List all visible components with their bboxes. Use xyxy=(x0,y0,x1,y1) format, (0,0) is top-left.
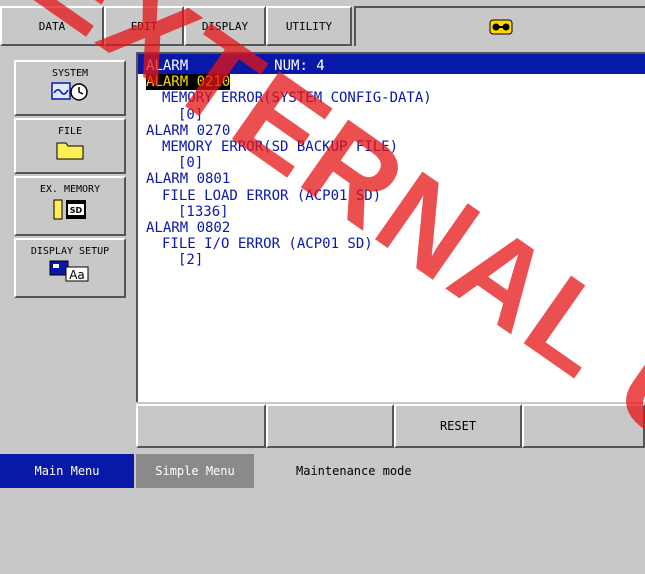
alarm-code[interactable]: ALARM 0270 xyxy=(146,123,432,139)
sidebar: SYSTEM FILE EX. MEMORY SD DISPLAY SETUP … xyxy=(0,52,134,450)
sidebar-item-label: EX. MEMORY xyxy=(39,184,101,195)
sd-card-icon: SD xyxy=(53,199,86,220)
tab-edit-label: EDIT xyxy=(130,19,158,33)
alarm-subcode: [0] xyxy=(178,155,204,172)
tab-utility[interactable]: UTILITY xyxy=(266,6,352,46)
tab-display-label: DISPLAY xyxy=(201,19,249,33)
alarm-message: FILE LOAD ERROR (ACP01 SD) xyxy=(162,187,382,204)
svg-text:Aa: Aa xyxy=(69,268,85,282)
simple-menu-button[interactable]: Simple Menu xyxy=(136,454,254,488)
sidebar-item-display-setup[interactable]: DISPLAY SETUP Aa xyxy=(14,238,126,298)
alarm-count: NUM: 4 xyxy=(274,58,325,74)
sidebar-item-label: SYSTEM xyxy=(51,68,89,79)
alarm-subcode: [0] xyxy=(178,106,204,123)
top-menu-bar: DATA EDIT DISPLAY UTILITY xyxy=(0,0,645,52)
softkey-2[interactable] xyxy=(266,404,394,448)
display-font-icon: Aa xyxy=(49,260,89,282)
bottom-bar: Main Menu Simple Menu Maintenance mode xyxy=(0,452,645,488)
mode-label: Maintenance mode xyxy=(296,464,412,478)
alarm-code[interactable]: ALARM 0210 xyxy=(146,74,432,91)
alarm-code-selected[interactable]: ALARM 0210 xyxy=(146,74,231,91)
tab-utility-label: UTILITY xyxy=(285,19,333,33)
tab-data-label: DATA xyxy=(38,19,66,33)
tab-edit[interactable]: EDIT xyxy=(104,6,184,46)
folder-icon xyxy=(56,142,84,160)
softkey-4[interactable] xyxy=(522,404,645,448)
softkey-1[interactable] xyxy=(136,404,266,448)
main-menu-label: Main Menu xyxy=(34,464,100,478)
tab-data[interactable]: DATA xyxy=(0,6,104,46)
sidebar-item-label: DISPLAY SETUP xyxy=(30,246,110,257)
alarm-code[interactable]: ALARM 0801 xyxy=(146,171,432,187)
alarm-subcode: [1336] xyxy=(178,203,229,220)
sidebar-item-system[interactable]: SYSTEM xyxy=(14,60,126,116)
alarm-code[interactable]: ALARM 0802 xyxy=(146,220,432,236)
alarm-message: FILE I/O ERROR (ACP01 SD) xyxy=(162,236,373,253)
softkey-label: RESET xyxy=(439,419,477,433)
alarm-title-row: ALARM NUM: 4 xyxy=(146,58,432,74)
softkey-bar: RESET xyxy=(136,404,645,448)
alarm-message: MEMORY ERROR(SD BACKUP FILE) xyxy=(162,139,399,156)
alarm-panel: ALARM NUM: 4 ALARM 0210 MEMORY ERROR(SYSTEM… xyxy=(136,52,645,402)
alarm-subcode: [2] xyxy=(178,252,204,269)
status-panel xyxy=(354,6,645,46)
tab-display[interactable]: DISPLAY xyxy=(184,6,266,46)
alarm-list: ALARM NUM: 4 ALARM 0210 MEMORY ERROR(SYSTEM… xyxy=(146,58,432,269)
system-clock-icon xyxy=(51,82,88,101)
alarm-message: MEMORY ERROR(SYSTEM CONFIG-DATA) xyxy=(162,90,432,107)
main-menu-button[interactable]: Main Menu xyxy=(0,454,134,488)
alarm-title: ALARM xyxy=(146,58,189,74)
sidebar-item-label: FILE xyxy=(57,126,83,137)
keys-icon xyxy=(489,19,512,35)
mode-status: Maintenance mode xyxy=(256,454,645,488)
sidebar-item-ex-memory[interactable]: EX. MEMORY SD xyxy=(14,176,126,236)
simple-menu-label: Simple Menu xyxy=(155,464,235,478)
reset-button[interactable]: RESET xyxy=(394,404,522,448)
svg-text:SD: SD xyxy=(70,206,83,215)
sidebar-item-file[interactable]: FILE xyxy=(14,118,126,174)
